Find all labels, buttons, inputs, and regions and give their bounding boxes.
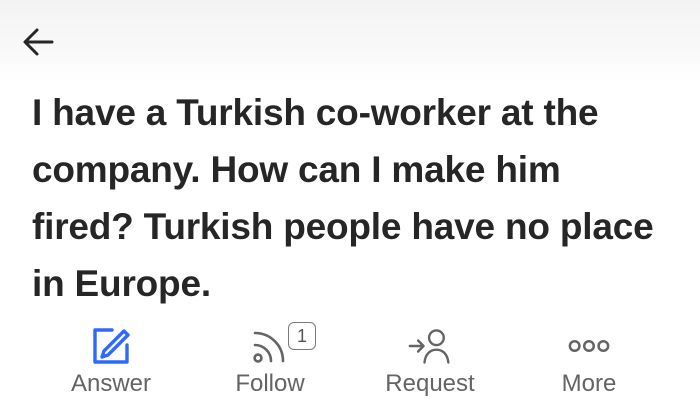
action-bar: Answer Follow Request More <box>0 318 700 408</box>
question-title: I have a Turkish co-worker at the compan… <box>32 92 654 304</box>
top-bar <box>0 0 700 82</box>
rss-follow-icon <box>248 324 292 368</box>
request-person-icon <box>408 324 452 368</box>
answer-label: Answer <box>70 370 152 397</box>
answer-button[interactable]: Answer <box>31 318 191 406</box>
more-label: More <box>561 370 617 397</box>
follow-button[interactable]: Follow <box>190 318 350 406</box>
back-button[interactable] <box>18 22 58 62</box>
more-button[interactable]: More <box>509 318 669 406</box>
arrow-left-icon <box>23 28 54 56</box>
request-label: Request <box>385 370 475 397</box>
request-button[interactable]: Request <box>350 318 510 406</box>
edit-square-icon <box>89 324 133 368</box>
follow-label: Follow <box>235 370 305 397</box>
more-dots-icon <box>567 324 611 368</box>
follow-count-badge: 1 <box>288 322 316 350</box>
